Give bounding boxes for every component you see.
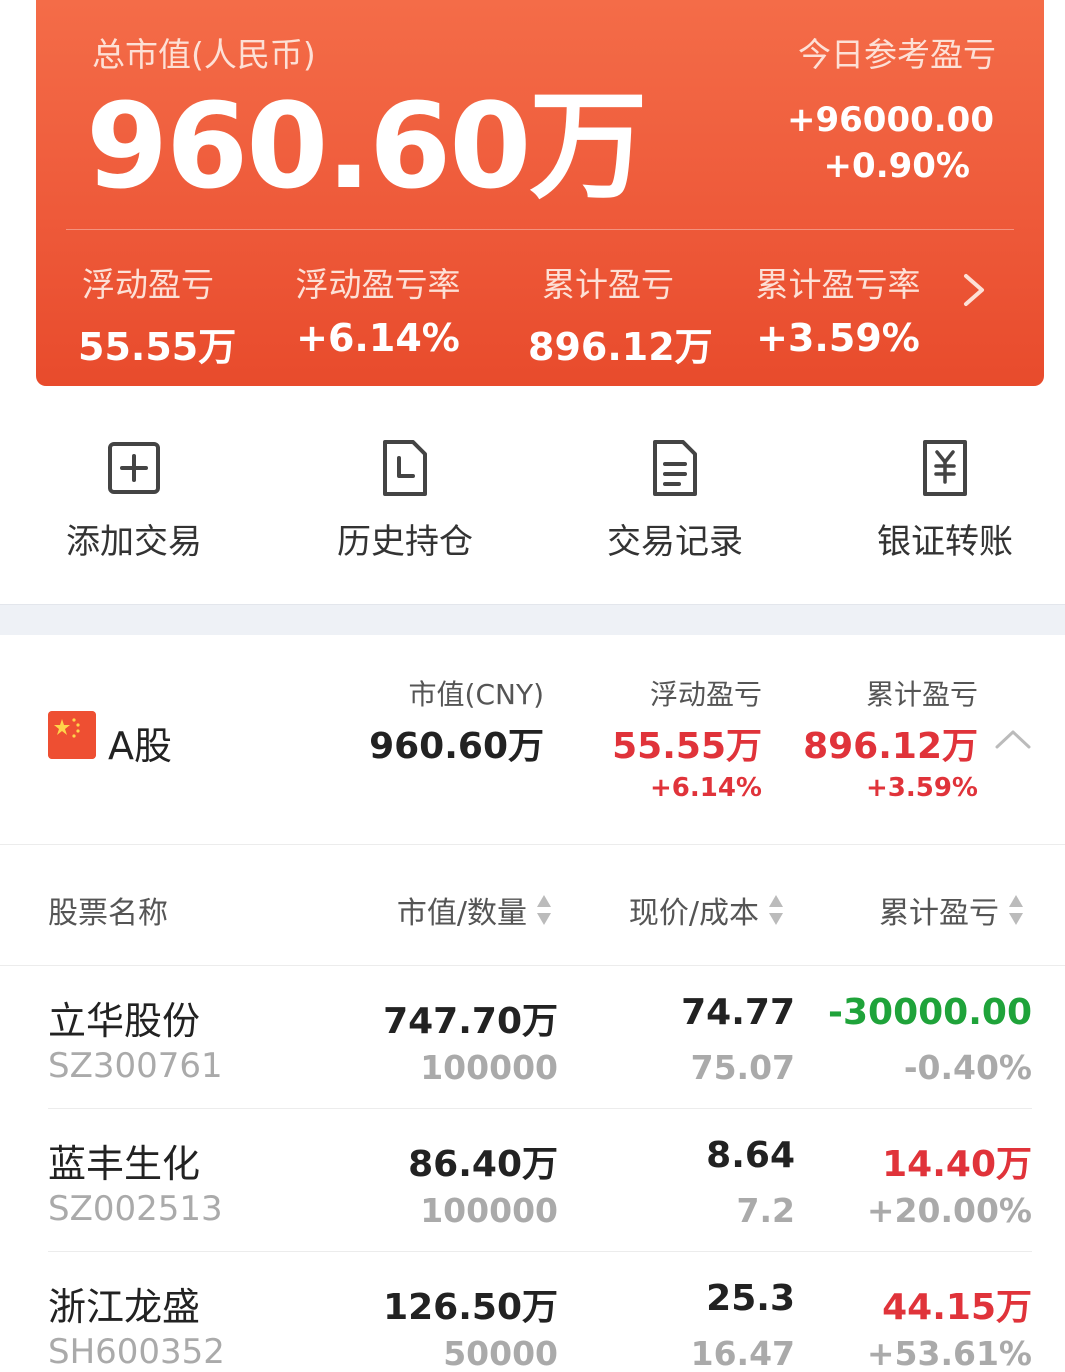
metric-value: +6.14% (296, 316, 460, 360)
table-row[interactable]: 蓝丰生化 SZ002513 86.40万 100000 8.64 7.2 14.… (48, 1109, 1032, 1252)
summary-cum-pnl: 累计盈亏 896.12万 +3.59% (803, 673, 978, 803)
summary-float-pnl: 浮动盈亏 55.55万 +6.14% (612, 673, 762, 803)
metric-cum-pnl: 累计盈亏 896.12万 (528, 258, 713, 371)
action-label: 交易记录 (607, 522, 743, 562)
summary-label: 市值(CNY) (408, 678, 544, 711)
metric-label: 浮动盈亏 (82, 265, 214, 304)
add-square-icon (108, 442, 160, 494)
metric-label: 浮动盈亏率 (295, 265, 461, 304)
action-label: 历史持仓 (337, 522, 473, 562)
metric-value: +3.59% (756, 316, 920, 360)
trade-records-button[interactable]: 交易记录 (565, 420, 785, 563)
market-name: A股 (108, 724, 172, 768)
cost-price: 75.07 (690, 1048, 795, 1087)
market-value: 747.70万 (383, 1001, 558, 1042)
cum-pnl-percent: -0.40% (903, 1048, 1032, 1087)
summary-market-value: 市值(CNY) 960.60万 (369, 673, 544, 769)
metric-float-pnl-rate: 浮动盈亏率 +6.14% (288, 258, 468, 360)
summary-label: 累计盈亏 (865, 678, 978, 711)
cost-price: 16.47 (690, 1334, 795, 1372)
column-label: 累计盈亏 (879, 896, 999, 931)
summary-percent: +6.14% (650, 773, 762, 803)
stock-code: SZ002513 (48, 1189, 223, 1229)
current-price: 25.3 (706, 1278, 795, 1319)
summary-value: 896.12万 (803, 726, 978, 767)
metric-cum-pnl-rate: 累计盈亏率 +3.59% (748, 258, 928, 360)
document-list-icon (653, 440, 697, 496)
column-price-cost[interactable]: 现价/成本 (629, 888, 785, 932)
metric-value: 55.55万 (78, 325, 237, 369)
history-doc-icon (383, 440, 427, 496)
current-price: 8.64 (706, 1135, 795, 1176)
section-divider (0, 604, 1065, 635)
action-label: 银证转账 (877, 522, 1013, 562)
sort-icon (769, 895, 783, 925)
quantity: 50000 (443, 1334, 558, 1372)
total-market-value: 960.60万 (86, 77, 647, 215)
market-value: 86.40万 (408, 1144, 558, 1185)
quantity: 100000 (420, 1191, 558, 1230)
today-pnl-label: 今日参考盈亏 (798, 35, 996, 74)
summary-value: 55.55万 (612, 726, 762, 767)
yuan-transfer-icon (923, 440, 967, 496)
market-summary-row[interactable]: A股 市值(CNY) 960.60万 浮动盈亏 55.55万 +6.14% 累计… (0, 635, 1065, 845)
add-trade-button[interactable]: 添加交易 (24, 420, 244, 563)
metric-label: 累计盈亏 (542, 265, 674, 304)
table-row[interactable]: 立华股份 SZ300761 747.70万 100000 74.77 75.07… (48, 966, 1032, 1109)
cum-pnl: 14.40万 (882, 1144, 1032, 1185)
column-label: 现价/成本 (628, 896, 759, 931)
quantity: 100000 (420, 1048, 558, 1087)
column-market-value-quantity[interactable]: 市值/数量 (397, 888, 553, 932)
summary-percent: +3.59% (866, 773, 978, 803)
stock-name: 蓝丰生化 (48, 1142, 201, 1186)
summary-label: 浮动盈亏 (649, 678, 762, 711)
pnl-metrics[interactable]: 浮动盈亏 55.55万 浮动盈亏率 +6.14% 累计盈亏 896.12万 累计… (36, 258, 976, 371)
column-label: 市值/数量 (396, 896, 527, 931)
chevron-up-icon[interactable] (993, 727, 1033, 751)
summary-value: 960.60万 (369, 726, 544, 767)
stock-name: 立华股份 (48, 999, 201, 1043)
column-label: 股票名称 (48, 896, 168, 931)
today-pnl-amount: +96000.00 (786, 100, 994, 140)
market-value: 126.50万 (383, 1287, 558, 1328)
cum-pnl: 44.15万 (882, 1287, 1032, 1328)
stock-name: 浙江龙盛 (48, 1285, 201, 1329)
action-label: 添加交易 (66, 522, 202, 562)
history-holdings-button[interactable]: 历史持仓 (295, 420, 515, 563)
metric-value: 896.12万 (528, 325, 713, 369)
cum-pnl-percent: +20.00% (866, 1191, 1032, 1230)
portfolio-summary-card: 总市值(人民币) 今日参考盈亏 960.60万 +96000.00 +0.90%… (36, 0, 1044, 386)
metric-label: 累计盈亏率 (755, 265, 921, 304)
metric-float-pnl: 浮动盈亏 55.55万 (78, 258, 237, 371)
holdings-table-header: 股票名称 市值/数量 现价/成本 累计盈亏 (0, 846, 1065, 966)
stock-code: SZ300761 (48, 1046, 223, 1086)
quick-actions: 添加交易 历史持仓 交易记录 银证转账 (0, 420, 1065, 590)
bank-transfer-button[interactable]: 银证转账 (835, 420, 1055, 563)
today-pnl-percent: +0.90% (823, 146, 970, 186)
sort-icon (1009, 895, 1023, 925)
cum-pnl: -30000.00 (828, 992, 1032, 1033)
column-stock-name: 股票名称 (48, 888, 168, 932)
chevron-right-icon[interactable] (954, 270, 994, 310)
sort-icon (537, 895, 551, 925)
cost-price: 7.2 (736, 1191, 795, 1230)
divider (66, 229, 1014, 230)
china-flag-icon (48, 711, 96, 759)
cum-pnl-percent: +53.61% (866, 1334, 1032, 1372)
column-cum-pnl[interactable]: 累计盈亏 (879, 888, 1025, 932)
table-row[interactable]: 浙江龙盛 SH600352 126.50万 50000 25.3 16.47 4… (48, 1252, 1032, 1372)
current-price: 74.77 (681, 992, 795, 1033)
stock-code: SH600352 (48, 1332, 225, 1372)
total-market-value-label: 总市值(人民币) (92, 35, 316, 74)
